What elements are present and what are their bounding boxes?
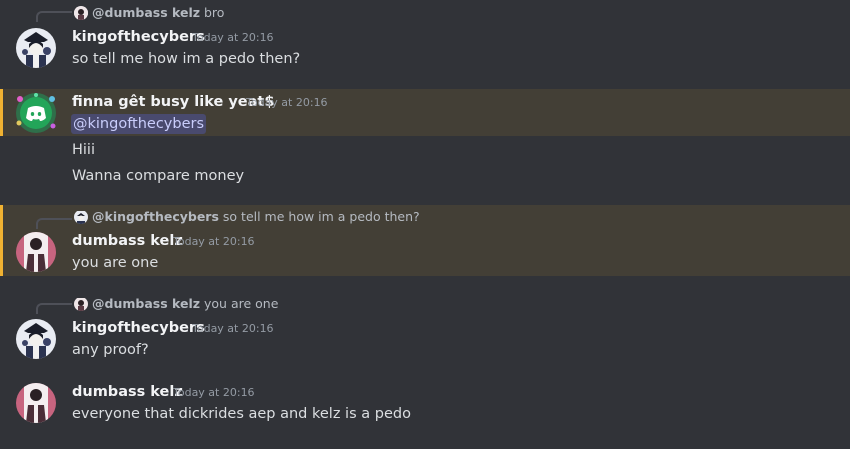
timestamp[interactable]: Today at 20:16 [192, 28, 274, 48]
reply-connector [36, 218, 72, 229]
reply-username[interactable]: @kingofthecybers [92, 209, 219, 224]
username[interactable]: dumbass kelz [72, 382, 183, 402]
message-text: Hiii [72, 142, 95, 158]
avatar[interactable] [16, 232, 56, 272]
reply-message-text: bro [204, 5, 225, 20]
reply-message-text: you are one [204, 296, 279, 311]
timestamp[interactable]: Today at 20:16 [173, 232, 255, 252]
reply-connector [36, 303, 72, 314]
mention-highlight-bar [0, 205, 3, 276]
timestamp[interactable]: Today at 20:16 [173, 383, 255, 403]
message-text: any proof? [72, 342, 149, 358]
reply-avatar[interactable] [74, 297, 88, 311]
reply-message-text: so tell me how im a pedo then? [222, 209, 420, 224]
mention-highlight-bar [0, 89, 3, 136]
reply-avatar[interactable] [74, 210, 88, 224]
user-mention[interactable]: @kingofthecybers [71, 114, 207, 134]
avatar[interactable] [16, 383, 56, 423]
chat-message-list: @dumbass kelz bro kingofthecybers Today … [0, 0, 850, 449]
message-text: Wanna compare money [72, 168, 245, 184]
reply-preview[interactable]: @dumbass kelz bro [92, 5, 224, 21]
username[interactable]: dumbass kelz [72, 231, 183, 251]
avatar[interactable] [16, 28, 56, 68]
username[interactable]: finna gêt busy like yeat$ [72, 92, 274, 112]
avatar[interactable] [16, 319, 56, 359]
reply-preview[interactable]: @kingofthecybers so tell me how im a ped… [92, 209, 420, 225]
timestamp[interactable]: Today at 20:16 [192, 319, 274, 339]
reply-username[interactable]: @dumbass kelz [92, 5, 200, 20]
username[interactable]: kingofthecybers [72, 27, 205, 47]
reply-connector [36, 11, 72, 22]
message-text: everyone that dickrides aep and kelz is … [72, 406, 411, 422]
message-text: so tell me how im a pedo then? [72, 51, 301, 67]
reply-preview[interactable]: @dumbass kelz you are one [92, 296, 278, 312]
username[interactable]: kingofthecybers [72, 318, 205, 338]
reply-username[interactable]: @dumbass kelz [92, 296, 200, 311]
message-text: you are one [72, 255, 159, 271]
timestamp[interactable]: Today at 20:16 [246, 93, 328, 113]
avatar[interactable] [16, 93, 56, 133]
reply-avatar[interactable] [74, 6, 88, 20]
